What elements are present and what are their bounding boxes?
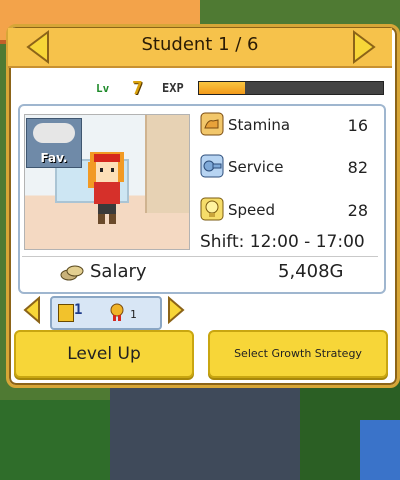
stat-value: 16: [347, 116, 368, 135]
next-student-button[interactable]: [350, 30, 378, 64]
chevron-right-icon: [168, 295, 185, 325]
ticket-icon: [58, 304, 74, 322]
prev-item-button[interactable]: [22, 295, 42, 325]
exp-label: EXP: [162, 81, 184, 95]
salary-value: 5,408G: [278, 261, 344, 282]
salary-label: Salary: [90, 261, 147, 282]
stat-row-speed: Speed 28: [200, 195, 372, 225]
item-selector[interactable]: 1 1: [50, 296, 162, 330]
ticket-count: 1: [74, 302, 83, 318]
stat-label: Speed: [228, 201, 276, 219]
level-up-button[interactable]: Level Up: [14, 330, 194, 378]
stat-row-service: Service 82: [200, 152, 372, 182]
student-sprite: [88, 152, 124, 224]
chevron-left-icon: [26, 30, 49, 64]
next-item-button[interactable]: [166, 295, 186, 325]
stat-value: 82: [347, 158, 368, 177]
level-row: Lv 7 EXP: [90, 78, 390, 100]
salary-row: Salary 5,408G: [20, 258, 378, 288]
chevron-left-icon: [23, 295, 40, 325]
stamina-icon: [200, 112, 224, 136]
medal-count: 1: [130, 308, 137, 321]
divider: [22, 256, 378, 257]
select-growth-strategy-button[interactable]: Select Growth Strategy: [208, 330, 388, 378]
speed-icon: [200, 197, 224, 221]
favorite-label: Fav.: [40, 151, 68, 165]
water-pool: [360, 420, 400, 480]
stat-label: Stamina: [228, 116, 291, 134]
title-bar: Student 1 / 6: [8, 28, 392, 68]
exp-bar-fill: [199, 82, 245, 94]
coins-icon: [60, 265, 84, 281]
stat-label: Service: [228, 158, 284, 176]
service-icon: [200, 154, 224, 178]
cloud-icon: [33, 123, 75, 143]
chevron-right-icon: [353, 30, 376, 64]
prev-student-button[interactable]: [24, 30, 52, 64]
stat-value: 28: [347, 201, 368, 220]
exp-bar: [198, 81, 384, 95]
portrait-shelf: [145, 115, 189, 213]
level-value: 7: [132, 78, 143, 99]
shift-hours: Shift: 12:00 - 17:00: [200, 232, 365, 252]
level-label: Lv: [96, 82, 110, 95]
stat-row-stamina: Stamina 16: [200, 110, 372, 140]
dialog-title: Student 1 / 6: [141, 34, 259, 55]
favorite-badge[interactable]: Fav.: [26, 118, 82, 168]
medal-icon: [110, 303, 124, 321]
